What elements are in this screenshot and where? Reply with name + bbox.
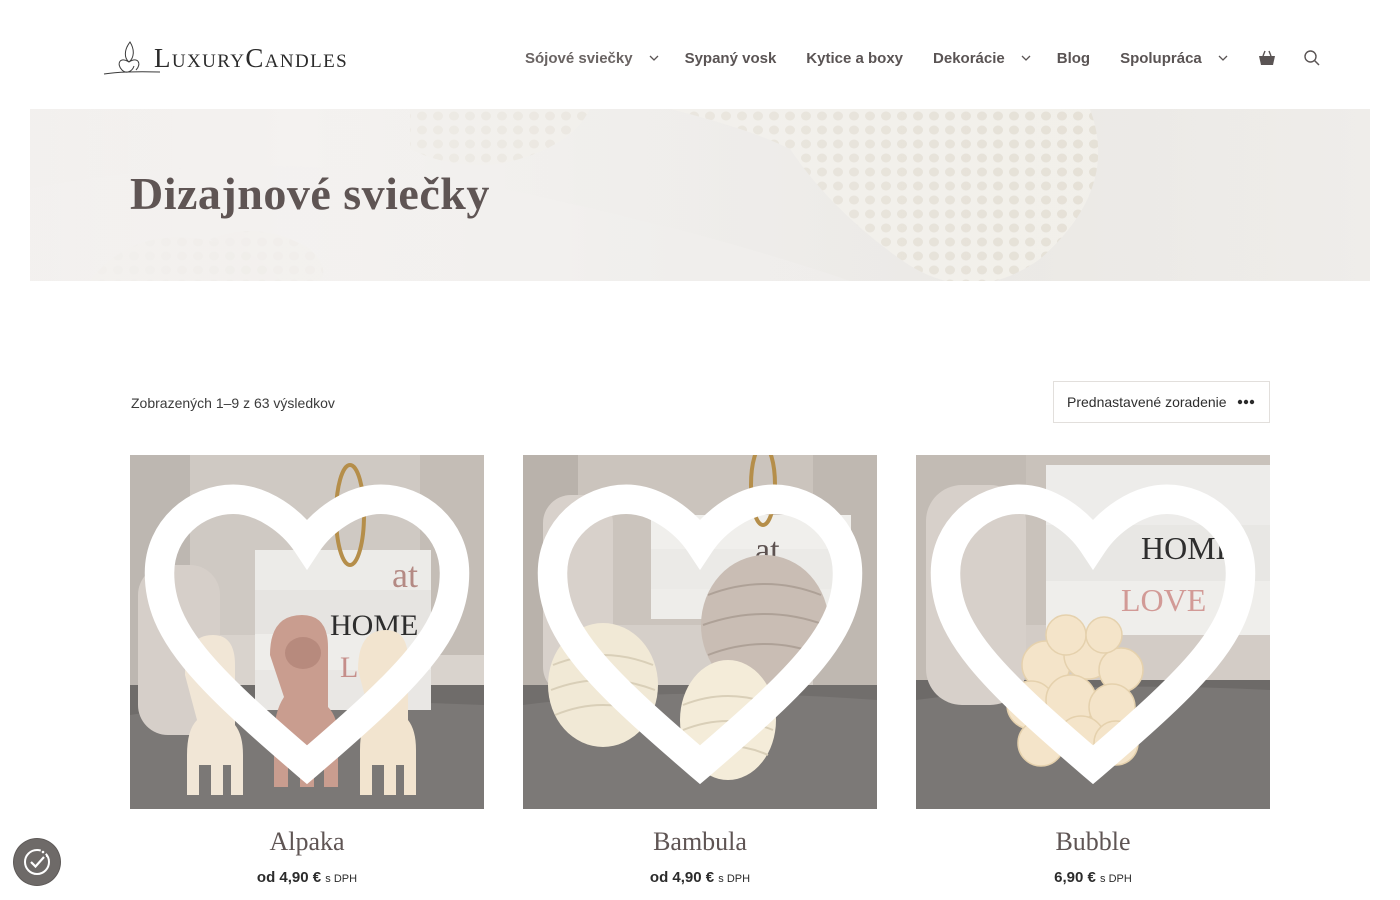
cookie-settings-button[interactable] (14, 839, 60, 885)
search-button[interactable] (1303, 49, 1321, 67)
chevron-down-icon (649, 55, 659, 61)
product-image[interactable]: at HOME LOVE (130, 455, 484, 809)
price-value: od 4,90 € (256, 869, 322, 886)
nav-item-spolupraca[interactable]: Spolupráca (1120, 50, 1230, 67)
price-tax-suffix: s DPH (325, 873, 358, 885)
site-header: LuxuryCandles Sójové sviečky Sypaný vosk… (0, 0, 1400, 109)
result-count: Zobrazených 1–9 z 63 výsledkov (131, 395, 335, 411)
price-tax-suffix: s DPH (718, 873, 751, 885)
heart-wishlist-icon[interactable] (130, 455, 484, 809)
cookie-consent-icon (24, 849, 50, 875)
nav-item-blog[interactable]: Blog (1057, 50, 1090, 67)
basket-icon (1258, 50, 1275, 65)
nav-item-label: Sójové sviečky (525, 49, 633, 67)
price-value: 6,90 € (1054, 869, 1096, 886)
nav-item-sojove-sviecky[interactable]: Sójové sviečky (525, 50, 661, 67)
price-value: od 4,90 € (649, 869, 715, 886)
product-title[interactable]: Bubble (916, 827, 1270, 857)
product-card: at Bambula od 4,90 € s DPH (523, 455, 877, 886)
product-card: at HOME LOVE Alpaka od 4,90 € s DPH (130, 455, 484, 886)
cart-button[interactable] (1258, 49, 1276, 67)
product-image[interactable]: at HOME LOVE (916, 455, 1270, 809)
product-price: 6,90 € s DPH (916, 869, 1270, 886)
nav-item-label: Kytice a boxy (806, 49, 904, 67)
main-navigation: Sójové sviečky Sypaný vosk Kytice a boxy… (525, 49, 1321, 67)
nav-item-label: Spolupráca (1120, 49, 1202, 67)
chevron-down-icon (1021, 55, 1031, 61)
product-image[interactable]: at (523, 455, 877, 809)
chevron-down-icon (1218, 55, 1228, 61)
sort-order-select[interactable]: Prednastavené zoradenie (1053, 381, 1270, 423)
heart-wishlist-icon[interactable] (523, 455, 877, 809)
search-icon (1304, 50, 1320, 66)
product-price: od 4,90 € s DPH (130, 869, 484, 886)
more-dots-icon (1237, 399, 1255, 405)
site-logo[interactable]: LuxuryCandles (102, 38, 348, 78)
nav-item-label: Blog (1056, 49, 1091, 67)
nav-item-dekoracie[interactable]: Dekorácie (933, 50, 1033, 67)
heart-wishlist-icon[interactable] (916, 455, 1270, 809)
product-card: at HOME LOVE Bubble 6,90 € s DPH (916, 455, 1270, 886)
price-tax-suffix: s DPH (1100, 873, 1132, 885)
product-title[interactable]: Bambula (523, 827, 877, 857)
logo-wordmark: LuxuryCandles (154, 42, 349, 73)
product-title[interactable]: Alpaka (130, 827, 484, 857)
sort-order-value: Prednastavené zoradenie (1067, 394, 1227, 410)
nav-item-sypany-vosk[interactable]: Sypaný vosk (685, 50, 777, 67)
page-title: Dizajnové sviečky (130, 168, 490, 219)
nav-item-label: Sypaný vosk (684, 49, 777, 67)
category-hero-banner: Dizajnové sviečky (30, 109, 1370, 281)
product-price: od 4,90 € s DPH (523, 869, 877, 886)
nav-item-kytice-a-boxy[interactable]: Kytice a boxy (806, 50, 903, 67)
nav-item-label: Dekorácie (933, 49, 1005, 67)
